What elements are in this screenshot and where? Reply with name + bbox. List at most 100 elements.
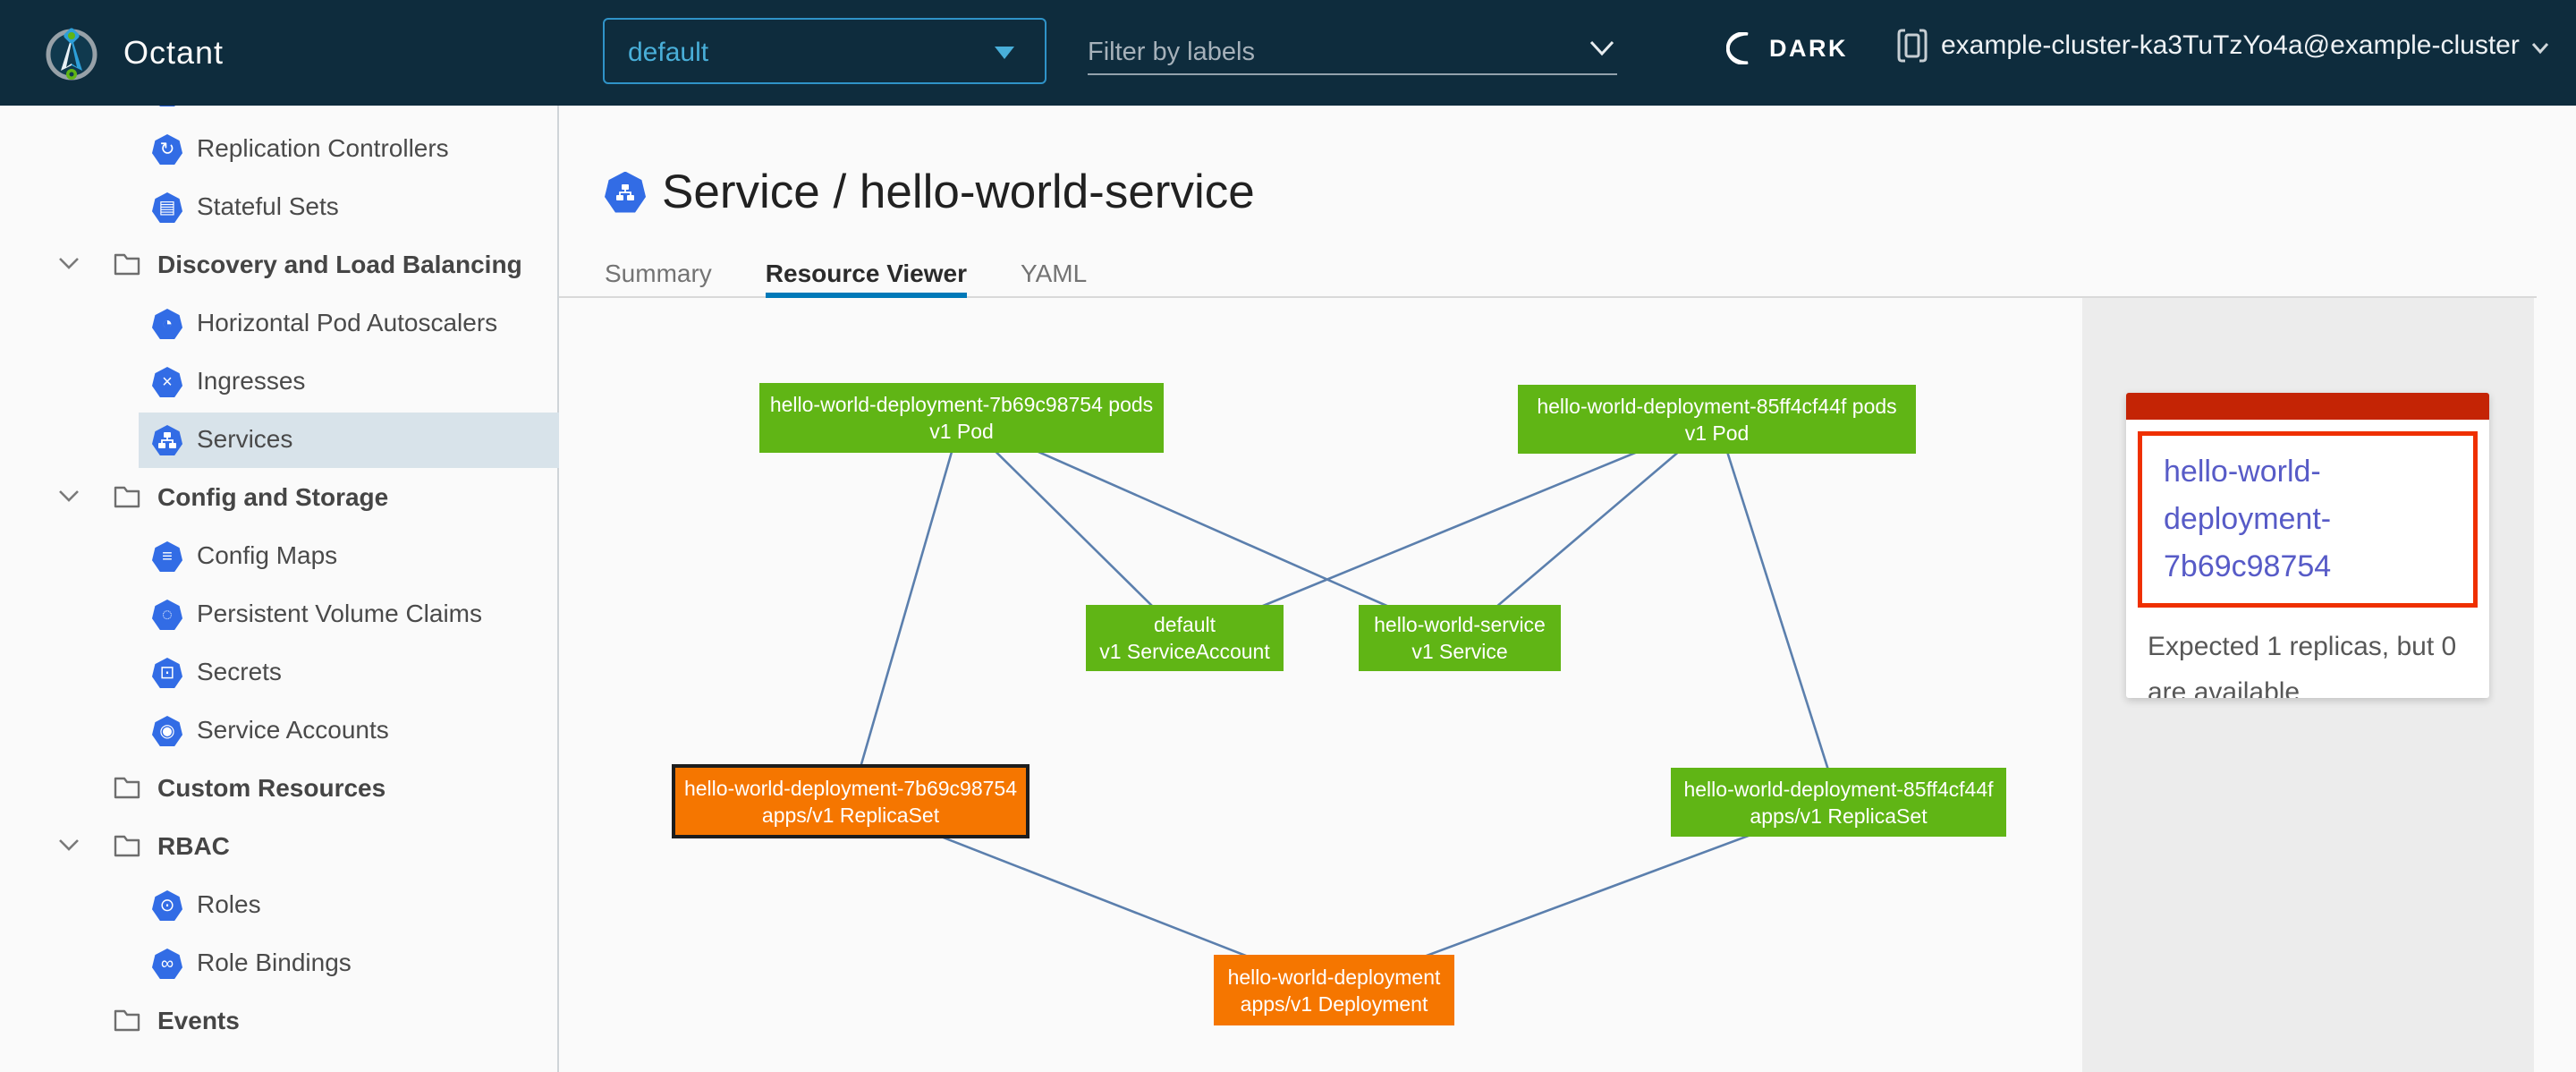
sidebar-item-stateful-sets[interactable]: ▤ Stateful Sets: [0, 180, 559, 235]
sidebar-item-secrets[interactable]: ⊡Secrets: [0, 645, 559, 701]
folder-icon: [113, 776, 141, 805]
secrets-icon: ⊡: [152, 658, 182, 688]
sidebar-item-discovery-and-load-balancing[interactable]: Discovery and Load Balancing: [0, 238, 559, 294]
role-bindings-icon: ∞: [152, 949, 182, 979]
sidebar-item-config-maps[interactable]: ≡ Config Maps: [0, 529, 559, 584]
cluster-selector[interactable]: example-cluster-ka3TuTzYo4a@example-clus…: [1896, 27, 2550, 64]
selected-resource-box: hello-world-deployment-7b69c98754: [2138, 431, 2478, 608]
sidebar-item-label: Role Bindings: [197, 949, 352, 977]
sidebar-item-label: Config and Storage: [157, 483, 388, 512]
sidebar-item-horizontal-pod-autoscalers[interactable]: ◔ Horizontal Pod Autoscalers: [0, 296, 559, 352]
sidebar-item-label: Custom Resources: [157, 774, 386, 803]
sidebar-item-events[interactable]: Events: [0, 994, 559, 1050]
config-maps-icon: ≡: [152, 541, 182, 572]
folder-icon: [113, 1008, 141, 1038]
edge-pod1-rs1: [851, 418, 962, 802]
tab-bar: Summary Resource Viewer YAML: [605, 242, 1087, 298]
horizontal-pod-autoscalers-icon: ◔: [152, 309, 182, 339]
persistent-volume-claims-icon: ◌: [152, 600, 182, 630]
node-sublabel: apps/v1 ReplicaSet: [762, 802, 939, 829]
dark-theme-label: DARK: [1769, 35, 1848, 63]
replication-controllers-icon: ↻: [152, 134, 182, 165]
graph-node-rs1[interactable]: hello-world-deployment-7b69c98754apps/v1…: [672, 764, 1030, 838]
sidebar-item-label: Stateful Sets: [197, 192, 339, 221]
graph-node-sa[interactable]: defaultv1 ServiceAccount: [1086, 605, 1284, 671]
sidebar-item-services[interactable]: Services: [0, 413, 559, 468]
sidebar-item-persistent-volume-claims[interactable]: ◌Persistent Volume Claims: [0, 587, 559, 642]
sidebar-item-service-accounts[interactable]: ◉ Service Accounts: [0, 703, 559, 759]
sidebar-item-label: Services: [197, 425, 292, 454]
sidebar-item-role-bindings[interactable]: ∞ Role Bindings: [0, 936, 559, 991]
folder-icon: [113, 485, 141, 515]
sidebar-item-ingresses[interactable]: × Ingresses: [0, 354, 559, 410]
sidebar-item-label: Discovery and Load Balancing: [157, 251, 522, 279]
alert-status-bar: [2126, 393, 2489, 420]
stateful-sets-icon: ▤: [152, 192, 182, 223]
graph-node-deploy[interactable]: hello-world-deploymentapps/v1 Deployment: [1214, 955, 1454, 1025]
chevron-down-icon[interactable]: [1589, 39, 1615, 57]
page-title-row: Service / hello-world-service: [605, 165, 1255, 219]
dark-theme-toggle[interactable]: DARK: [1726, 32, 1848, 64]
graph-node-rs2[interactable]: hello-world-deployment-85ff4cf44fapps/v1…: [1671, 768, 2006, 837]
node-sublabel: apps/v1 Deployment: [1241, 991, 1428, 1017]
namespace-value: default: [628, 38, 708, 68]
folder-icon: [113, 252, 141, 282]
page-title: Service / hello-world-service: [662, 165, 1255, 219]
sidebar-nav: ▣Replica Sets↻Replication Controllers▤St…: [0, 0, 559, 1072]
services-icon: [152, 425, 182, 455]
graph-node-pod2[interactable]: hello-world-deployment-85ff4cf44f podsv1…: [1518, 385, 1916, 454]
chevron-down-icon: [2530, 41, 2550, 55]
chevron-down-icon[interactable]: [57, 255, 80, 276]
octant-logo-icon: [43, 24, 100, 81]
sidebar-item-label: Horizontal Pod Autoscalers: [197, 309, 497, 337]
sidebar-item-label: Events: [157, 1007, 240, 1035]
node-sublabel: v1 ServiceAccount: [1099, 638, 1269, 665]
tab-resource-viewer[interactable]: Resource Viewer: [766, 242, 967, 298]
node-label: hello-world-deployment-85ff4cf44f pods: [1537, 393, 1896, 420]
filter-underline: [1088, 73, 1617, 75]
app-name: Octant: [123, 34, 224, 72]
node-sublabel: apps/v1 ReplicaSet: [1750, 803, 1927, 830]
node-sublabel: v1 Service: [1411, 638, 1507, 665]
roles-icon: ⊙: [152, 890, 182, 921]
node-label: hello-world-deployment-7b69c98754 pods: [770, 391, 1153, 418]
node-label: default: [1154, 611, 1216, 638]
dropdown-caret-icon: [995, 47, 1014, 59]
node-label: hello-world-deployment-7b69c98754: [684, 775, 1017, 802]
node-sublabel: v1 Pod: [1685, 420, 1750, 447]
resource-link[interactable]: hello-world-deployment-7b69c98754: [2164, 448, 2468, 591]
node-label: hello-world-deployment-85ff4cf44f: [1683, 776, 1993, 803]
sidebar-item-label: Service Accounts: [197, 716, 389, 744]
sidebar-item-custom-resources[interactable]: Custom Resources: [0, 761, 559, 817]
service-accounts-icon: ◉: [152, 716, 182, 746]
ingresses-icon: ×: [152, 367, 182, 397]
chevron-down-icon[interactable]: [57, 488, 80, 508]
top-header: Octant default Filter by labels DARK exa…: [0, 0, 2576, 106]
sidebar-item-rbac[interactable]: RBAC: [0, 820, 559, 875]
alert-message: Expected 1 replicas, but 0 are available: [2126, 608, 2489, 698]
chevron-down-icon[interactable]: [57, 837, 80, 857]
sidebar-item-config-and-storage[interactable]: Config and Storage: [0, 471, 559, 526]
service-icon: [605, 172, 646, 213]
sidebar-item-label: Replication Controllers: [197, 134, 449, 163]
graph-node-pod1[interactable]: hello-world-deployment-7b69c98754 podsv1…: [759, 383, 1164, 453]
cluster-name: example-cluster-ka3TuTzYo4a@example-clus…: [1941, 30, 2520, 61]
sidebar-item-label: Ingresses: [197, 367, 305, 396]
edge-pod2-rs2: [1717, 420, 1839, 803]
graph-node-svc[interactable]: hello-world-servicev1 Service: [1359, 605, 1561, 671]
sidebar-item-replication-controllers[interactable]: ↻ Replication Controllers: [0, 122, 559, 177]
node-label: hello-world-deployment: [1228, 964, 1441, 991]
sidebar-item-roles[interactable]: ⊙ Roles: [0, 878, 559, 933]
label-filter-input[interactable]: Filter by labels: [1088, 18, 1617, 75]
tab-summary[interactable]: Summary: [605, 242, 712, 298]
sidebar-item-label: Config Maps: [197, 541, 337, 570]
alert-card: hello-world-deployment-7b69c98754 Expect…: [2126, 393, 2489, 698]
sidebar-item-label: Roles: [197, 890, 261, 919]
sidebar-item-label: RBAC: [157, 832, 230, 861]
namespace-dropdown[interactable]: default: [603, 18, 1046, 84]
detail-panel: hello-world-deployment-7b69c98754 Expect…: [2082, 298, 2534, 1072]
node-sublabel: v1 Pod: [929, 418, 994, 445]
cluster-icon: [1896, 27, 1928, 64]
tab-yaml[interactable]: YAML: [1021, 242, 1087, 298]
node-label: hello-world-service: [1374, 611, 1546, 638]
